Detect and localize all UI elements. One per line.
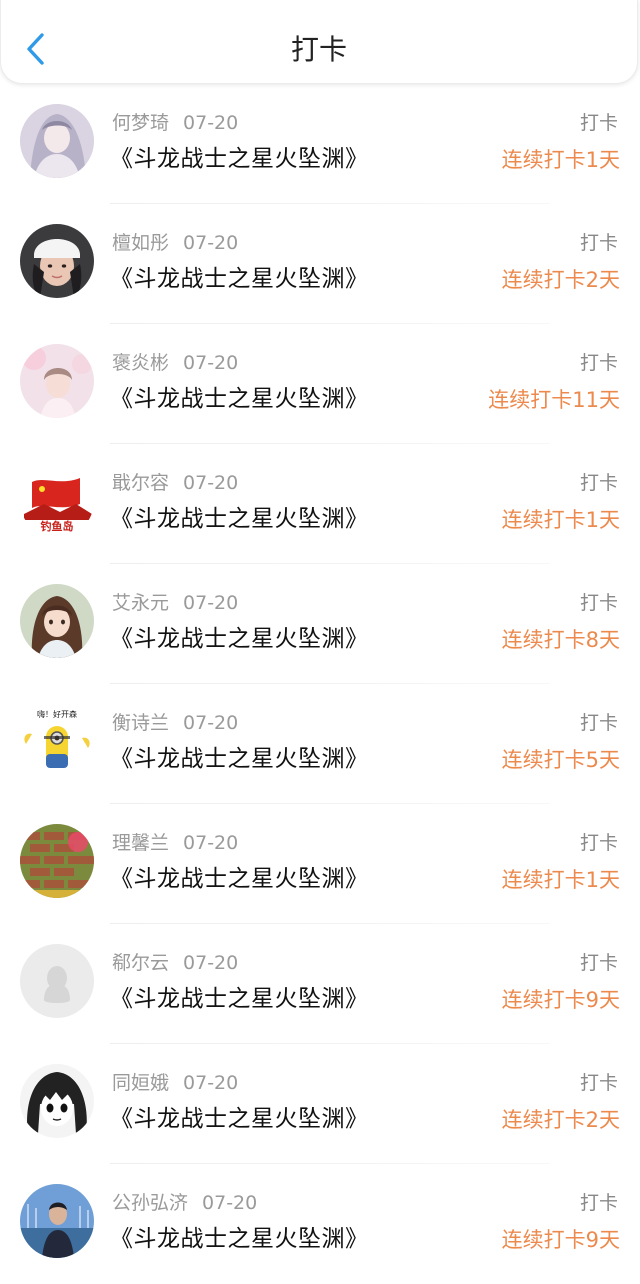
user-name[interactable]: 同姮娥 [112, 1072, 169, 1094]
streak-count: 连续打卡9天 [501, 988, 620, 1012]
checkin-label: 打卡 [579, 1072, 618, 1094]
checkin-date: 07-20 [183, 592, 239, 614]
streak-count: 连续打卡9天 [501, 1228, 620, 1252]
user-meta: 郗尔云 07-20 [112, 950, 238, 976]
book-title[interactable]: 《斗龙战士之星火坠渊》 [110, 382, 369, 416]
user-meta: 理馨兰 07-20 [112, 830, 238, 856]
user-name[interactable]: 理馨兰 [112, 832, 169, 854]
user-meta: 何梦琦 07-20 [112, 110, 238, 136]
user-name[interactable]: 艾永元 [112, 592, 169, 614]
girl-white-cap-avatar-icon [20, 224, 94, 298]
user-name[interactable]: 戢尔容 [112, 472, 169, 494]
list-item[interactable]: 理馨兰 07-20 《斗龙战士之星火坠渊》 打卡 连续打卡1天 [0, 804, 640, 924]
user-name[interactable]: 郗尔云 [112, 952, 169, 974]
avatar-caption: 嗨！好开森 [37, 709, 77, 719]
user-name[interactable]: 衡诗兰 [112, 712, 169, 734]
avatar[interactable] [20, 104, 94, 178]
user-meta: 艾永元 07-20 [112, 590, 238, 616]
user-name[interactable]: 何梦琦 [112, 112, 169, 134]
checkin-label: 打卡 [579, 112, 618, 134]
checkin-list: 何梦琦 07-20 《斗龙战士之星火坠渊》 打卡 连续打卡1天 檀如彤 07-20 … [0, 84, 640, 1284]
avatar[interactable] [20, 1064, 94, 1138]
list-item[interactable]: 褒炎彬 07-20 《斗龙战士之星火坠渊》 打卡 连续打卡11天 [0, 324, 640, 444]
brick-wall-avatar-icon [20, 824, 94, 898]
checkin-date: 07-20 [202, 1192, 258, 1214]
checkin-date: 07-20 [183, 352, 239, 374]
avatar[interactable]: 嗨！好开森 [20, 704, 94, 778]
avatar[interactable] [20, 224, 94, 298]
top-bar: 打卡 [0, 0, 638, 84]
avatar[interactable]: 钓鱼岛 [20, 464, 94, 538]
checkin-label: 打卡 [579, 472, 618, 494]
manga-girl-avatar-icon [20, 1064, 94, 1138]
checkin-label: 打卡 [579, 832, 618, 854]
streak-count: 连续打卡1天 [501, 508, 620, 532]
checkin-label: 打卡 [579, 1192, 618, 1214]
book-title[interactable]: 《斗龙战士之星火坠渊》 [110, 742, 369, 776]
checkin-date: 07-20 [183, 472, 239, 494]
pink-blossom-girl-avatar-icon [20, 344, 94, 418]
checkin-label: 打卡 [579, 952, 618, 974]
book-title[interactable]: 《斗龙战士之星火坠渊》 [110, 502, 369, 536]
list-item[interactable]: 公孙弘济 07-20 《斗龙战士之星火坠渊》 打卡 连续打卡9天 [0, 1164, 640, 1284]
checkin-label: 打卡 [579, 352, 618, 374]
list-item[interactable]: 艾永元 07-20 《斗龙战士之星火坠渊》 打卡 连续打卡8天 [0, 564, 640, 684]
list-item[interactable]: 同姮娥 07-20 《斗龙战士之星火坠渊》 打卡 连续打卡2天 [0, 1044, 640, 1164]
flag-diaoyudao-avatar-icon: 钓鱼岛 [20, 464, 94, 538]
user-name[interactable]: 公孙弘济 [112, 1192, 188, 1214]
book-title[interactable]: 《斗龙战士之星火坠渊》 [110, 142, 369, 176]
book-title[interactable]: 《斗龙战士之星火坠渊》 [110, 1102, 369, 1136]
checkin-date: 07-20 [183, 232, 239, 254]
book-title[interactable]: 《斗龙战士之星火坠渊》 [110, 1222, 369, 1256]
avatar[interactable] [20, 944, 94, 1018]
list-item[interactable]: 檀如彤 07-20 《斗龙战士之星火坠渊》 打卡 连续打卡2天 [0, 204, 640, 324]
avatar[interactable] [20, 1184, 94, 1258]
streak-count: 连续打卡11天 [488, 388, 620, 412]
checkin-label: 打卡 [579, 712, 618, 734]
checkin-date: 07-20 [183, 112, 239, 134]
book-title[interactable]: 《斗龙战士之星火坠渊》 [110, 262, 369, 296]
streak-count: 连续打卡1天 [501, 868, 620, 892]
default-penguin-avatar-icon [20, 944, 94, 1018]
page-title: 打卡 [290, 33, 347, 66]
checkin-date: 07-20 [183, 832, 239, 854]
user-meta: 公孙弘济 07-20 [112, 1190, 257, 1216]
avatar[interactable] [20, 824, 94, 898]
user-meta: 衡诗兰 07-20 [112, 710, 238, 736]
user-meta: 戢尔容 07-20 [112, 470, 238, 496]
minion-avatar-icon: 嗨！好开森 [20, 704, 94, 778]
user-meta: 檀如彤 07-20 [112, 230, 238, 256]
list-item[interactable]: 郗尔云 07-20 《斗龙战士之星火坠渊》 打卡 连续打卡9天 [0, 924, 640, 1044]
list-item[interactable]: 嗨！好开森 衡诗兰 07-20 《斗龙战士之星火坠渊》 打卡 连续打卡5天 [0, 684, 640, 804]
checkin-label: 打卡 [579, 232, 618, 254]
streak-count: 连续打卡2天 [501, 1108, 620, 1132]
book-title[interactable]: 《斗龙战士之星火坠渊》 [110, 622, 369, 656]
streak-count: 连续打卡8天 [501, 628, 620, 652]
anime-girl-avatar-icon [20, 104, 94, 178]
user-name[interactable]: 褒炎彬 [112, 352, 169, 374]
list-item[interactable]: 钓鱼岛 戢尔容 07-20 《斗龙战士之星火坠渊》 打卡 连续打卡1天 [0, 444, 640, 564]
user-meta: 褒炎彬 07-20 [112, 350, 238, 376]
streak-count: 连续打卡5天 [501, 748, 620, 772]
avatar-caption: 钓鱼岛 [41, 519, 74, 533]
avatar[interactable] [20, 344, 94, 418]
checkin-date: 07-20 [183, 952, 239, 974]
user-name[interactable]: 檀如彤 [112, 232, 169, 254]
harbor-man-avatar-icon [20, 1184, 94, 1258]
user-meta: 同姮娥 07-20 [112, 1070, 238, 1096]
book-title[interactable]: 《斗龙战士之星火坠渊》 [110, 982, 369, 1016]
streak-count: 连续打卡1天 [501, 148, 620, 172]
illustrated-girl-avatar-icon [20, 584, 94, 658]
book-title[interactable]: 《斗龙战士之星火坠渊》 [110, 862, 369, 896]
checkin-label: 打卡 [579, 592, 618, 614]
avatar[interactable] [20, 584, 94, 658]
list-item[interactable]: 何梦琦 07-20 《斗龙战士之星火坠渊》 打卡 连续打卡1天 [0, 84, 640, 204]
checkin-date: 07-20 [183, 1072, 239, 1094]
checkin-date: 07-20 [183, 712, 239, 734]
streak-count: 连续打卡2天 [501, 268, 620, 292]
